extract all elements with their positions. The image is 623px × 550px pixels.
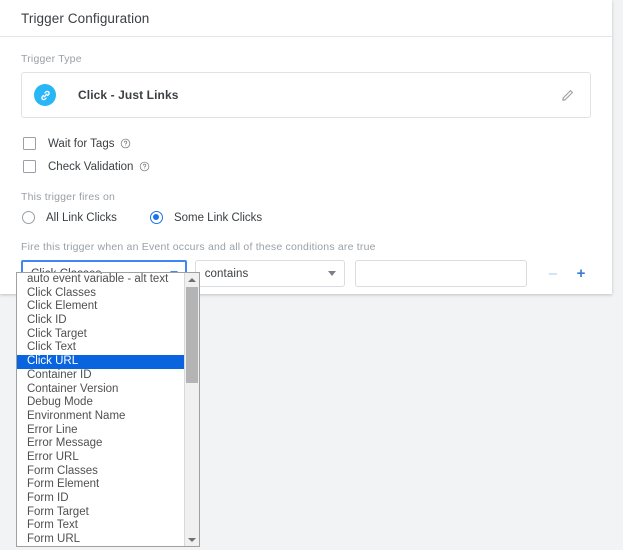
condition-value-input[interactable] xyxy=(354,260,527,287)
wait-for-tags-checkbox[interactable] xyxy=(23,137,36,150)
dropdown-option[interactable]: Form Element xyxy=(17,478,184,492)
radio-section: This trigger fires on All Link Clicks So… xyxy=(21,191,591,224)
radio-group: All Link Clicks Some Link Clicks xyxy=(21,211,591,224)
triangle-down-glyph xyxy=(188,537,196,542)
dropdown-option[interactable]: Debug Mode xyxy=(17,396,184,410)
dropdown-option[interactable]: Form URL xyxy=(17,533,184,546)
trigger-type-label: Trigger Type xyxy=(21,53,82,65)
fires-on-label: This trigger fires on xyxy=(21,191,116,203)
dropdown-option[interactable]: Container Version xyxy=(17,383,184,397)
card-body: Trigger Type Click - Just Links Wait for… xyxy=(0,37,612,287)
variable-dropdown-list[interactable]: auto event variable - alt text Click Clas… xyxy=(16,272,200,547)
radio-all-link-clicks-circle[interactable] xyxy=(22,211,35,224)
dropdown-option[interactable]: Click Classes xyxy=(17,287,184,301)
page-title: Trigger Configuration xyxy=(21,10,150,26)
dropdown-scroll-thumb[interactable] xyxy=(186,287,198,383)
dropdown-option[interactable]: Container ID xyxy=(17,369,184,383)
dropdown-option[interactable]: Click Target xyxy=(17,328,184,342)
radio-all-link-clicks[interactable]: All Link Clicks xyxy=(21,211,117,224)
remove-condition-button[interactable]: – xyxy=(543,266,563,281)
dropdown-option[interactable]: Error Line xyxy=(17,424,184,438)
dropdown-option[interactable]: Form ID xyxy=(17,492,184,506)
operator-select-value: contains xyxy=(204,267,249,280)
dropdown-option[interactable]: Error Message xyxy=(17,437,184,451)
dropdown-option[interactable]: Form Text xyxy=(17,519,184,533)
wait-for-tags-label: Wait for Tags xyxy=(48,137,115,150)
chevron-down-icon xyxy=(327,271,336,276)
dropdown-option[interactable]: Form Target xyxy=(17,506,184,520)
card-header: Trigger Configuration xyxy=(0,0,612,37)
checkbox-row-wait-for-tags[interactable]: Wait for Tags xyxy=(21,132,591,155)
link-icon xyxy=(34,84,56,106)
check-validation-checkbox[interactable] xyxy=(23,160,36,173)
checkbox-group: Wait for Tags Check Validation xyxy=(21,132,591,178)
radio-all-link-clicks-label: All Link Clicks xyxy=(46,211,117,224)
dropdown-option[interactable]: Form Classes xyxy=(17,465,184,479)
dropdown-option[interactable]: Environment Name xyxy=(17,410,184,424)
dropdown-scrollbar[interactable] xyxy=(184,273,199,546)
dropdown-option[interactable]: auto event variable - alt text xyxy=(17,273,184,287)
help-circle-icon[interactable] xyxy=(139,161,150,172)
trigger-type-box[interactable]: Click - Just Links xyxy=(21,72,591,118)
dropdown-options[interactable]: auto event variable - alt text Click Clas… xyxy=(17,273,184,546)
dropdown-option[interactable]: Click Element xyxy=(17,300,184,314)
help-circle-icon[interactable] xyxy=(120,138,131,149)
radio-some-link-clicks-label: Some Link Clicks xyxy=(173,211,263,224)
triangle-up-glyph xyxy=(188,277,196,282)
pencil-icon[interactable] xyxy=(558,86,576,104)
check-validation-label: Check Validation xyxy=(48,160,134,173)
dropdown-option[interactable]: Error URL xyxy=(17,451,184,465)
dropdown-option[interactable]: Click URL xyxy=(17,355,184,369)
trigger-type-name: Click - Just Links xyxy=(78,88,179,102)
radio-some-link-clicks[interactable]: Some Link Clicks xyxy=(149,211,262,224)
triangle-up-icon[interactable] xyxy=(185,273,199,286)
trigger-configuration-card: Trigger Configuration Trigger Type Click… xyxy=(0,0,612,294)
dropdown-option[interactable]: Click ID xyxy=(17,314,184,328)
checkbox-row-check-validation[interactable]: Check Validation xyxy=(21,155,591,178)
conditions-label: Fire this trigger when an Event occurs a… xyxy=(21,241,376,253)
operator-select[interactable]: contains xyxy=(194,260,345,287)
radio-some-link-clicks-circle[interactable] xyxy=(149,211,163,224)
add-condition-button[interactable]: + xyxy=(571,266,591,281)
dropdown-option[interactable]: Click Text xyxy=(17,341,184,355)
triangle-down-icon[interactable] xyxy=(185,533,199,546)
